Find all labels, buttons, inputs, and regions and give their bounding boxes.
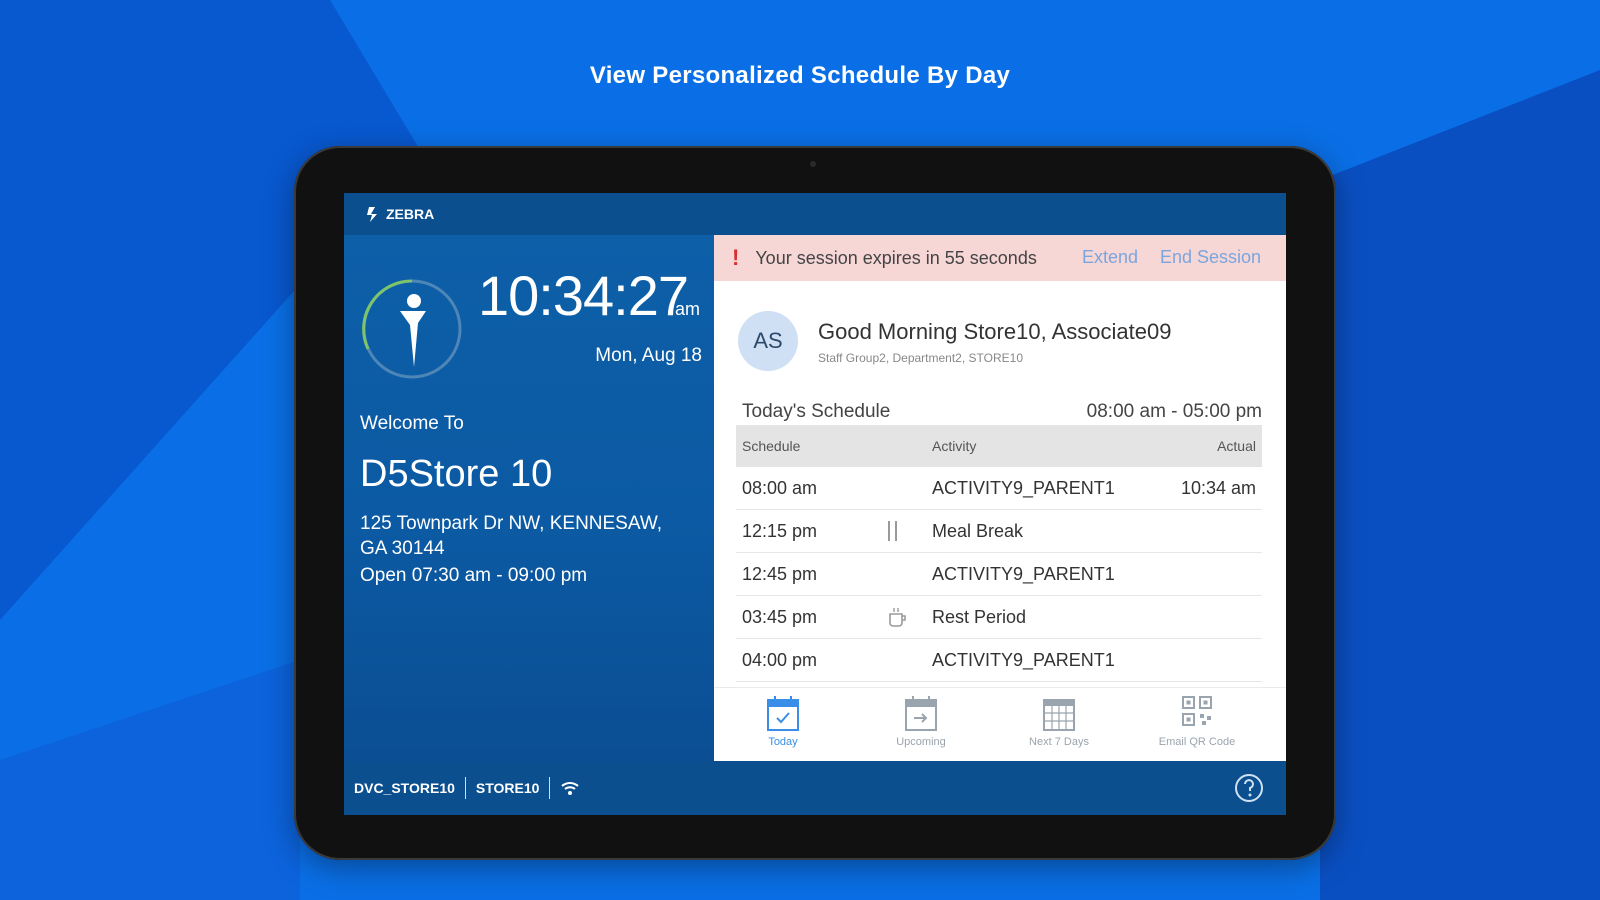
calendar-arrow-icon: [905, 696, 937, 731]
nav-email-qr-code[interactable]: Email QR Code: [1142, 694, 1252, 748]
nav-email-qr-code-label: Email QR Code: [1158, 736, 1236, 748]
nav-upcoming-label: Upcoming: [896, 736, 946, 748]
table-row: 03:45 pm Rest Period: [736, 596, 1262, 639]
store-info-panel: 10:34:27 am Mon, Aug 18 Welcome To D5Sto…: [344, 235, 714, 761]
session-warning-banner: ! Your session expires in 55 seconds Ext…: [714, 235, 1286, 281]
welcome-label: Welcome To: [360, 413, 464, 434]
row-actual: 10:34 am: [1180, 478, 1256, 498]
bottom-navigation: Today Upcoming Next 7 Days Email QR Code: [714, 687, 1286, 761]
row-time: 03:45 pm: [742, 607, 818, 627]
avatar: AS: [738, 311, 798, 371]
nav-next-7-days[interactable]: Next 7 Days: [1004, 694, 1114, 748]
clock-time: 10:34:27: [478, 264, 689, 327]
store-name: D5Store 10: [360, 453, 553, 495]
store-id: STORE10: [475, 780, 540, 796]
store-address: 125 Townpark Dr NW, KENNESAW, GA 30144: [360, 513, 662, 559]
tablet-frame: ZEBRA 10:34:27 am Mon, Aug 18 Welcome To…: [294, 146, 1336, 860]
tablet-camera: [810, 161, 816, 167]
nav-next-7-days-label: Next 7 Days: [1029, 736, 1089, 748]
schedule-range: 08:00 am - 05:00 pm: [1086, 401, 1262, 422]
row-activity: Rest Period: [932, 607, 1027, 627]
coffee-cup-icon: [889, 608, 906, 627]
qr-code-icon: [1182, 696, 1212, 726]
footer-separator: [464, 777, 466, 799]
app-top-bar: ZEBRA: [344, 193, 1286, 235]
calendar-grid-icon: [1043, 699, 1075, 731]
promo-headline: View Personalized Schedule By Day: [589, 62, 1011, 89]
clock-ring-icon: [362, 279, 462, 379]
store-hours: Open 07:30 am - 09:00 pm: [360, 565, 588, 586]
nav-today[interactable]: Today: [728, 694, 838, 748]
header-activity: Activity: [932, 438, 977, 454]
header-actual: Actual: [1217, 438, 1256, 454]
zebra-logo-icon: [367, 207, 377, 222]
row-time: 04:00 pm: [742, 650, 818, 670]
app-screen: ZEBRA 10:34:27 am Mon, Aug 18 Welcome To…: [344, 193, 1286, 815]
end-session-link[interactable]: End Session: [1160, 247, 1261, 268]
staff-group-text: Staff Group2, Department2, STORE10: [818, 351, 1023, 365]
row-activity: ACTIVITY9_PARENT1: [932, 650, 1115, 670]
help-icon[interactable]: [1234, 773, 1264, 803]
greeting-text: Good Morning Store10, Associate09: [818, 319, 1172, 344]
clock-ampm: am: [675, 299, 701, 319]
utensils-icon: [888, 521, 897, 541]
wifi-icon: [561, 782, 580, 795]
row-time: 12:45 pm: [742, 564, 818, 584]
row-activity: ACTIVITY9_PARENT1: [932, 478, 1115, 498]
footer-separator: [549, 777, 551, 799]
row-time: 12:15 pm: [742, 521, 818, 541]
schedule-rows: 08:00 am ACTIVITY9_PARENT1 10:34 am 12:1…: [736, 467, 1262, 682]
brand-logo: ZEBRA: [366, 205, 434, 223]
schedule-table-header: Schedule Activity Actual: [736, 425, 1262, 467]
device-id: DVC_STORE10: [354, 780, 455, 796]
header-schedule: Schedule: [742, 438, 801, 454]
status-footer: DVC_STORE10 STORE10: [344, 761, 1286, 815]
associate-panel: ! Your session expires in 55 seconds Ext…: [714, 235, 1286, 761]
row-time: 08:00 am: [742, 478, 818, 498]
nav-upcoming[interactable]: Upcoming: [866, 694, 976, 748]
schedule-title: Today's Schedule: [742, 401, 891, 422]
clock-date: Mon, Aug 18: [595, 345, 702, 366]
table-row: 12:15 pm Meal Break: [736, 510, 1262, 553]
nav-today-label: Today: [768, 736, 798, 748]
session-message: Your session expires in 55 seconds: [755, 247, 1037, 268]
warning-icon: !: [732, 245, 740, 270]
row-activity: ACTIVITY9_PARENT1: [932, 564, 1115, 584]
calendar-check-icon: [767, 696, 799, 731]
extend-session-link[interactable]: Extend: [1082, 247, 1138, 268]
table-row: 12:45 pm ACTIVITY9_PARENT1: [736, 553, 1262, 596]
brand-name: ZEBRA: [386, 206, 435, 222]
row-activity: Meal Break: [932, 521, 1024, 541]
table-row: 04:00 pm ACTIVITY9_PARENT1: [736, 639, 1262, 682]
table-row: 08:00 am ACTIVITY9_PARENT1 10:34 am: [736, 467, 1262, 510]
